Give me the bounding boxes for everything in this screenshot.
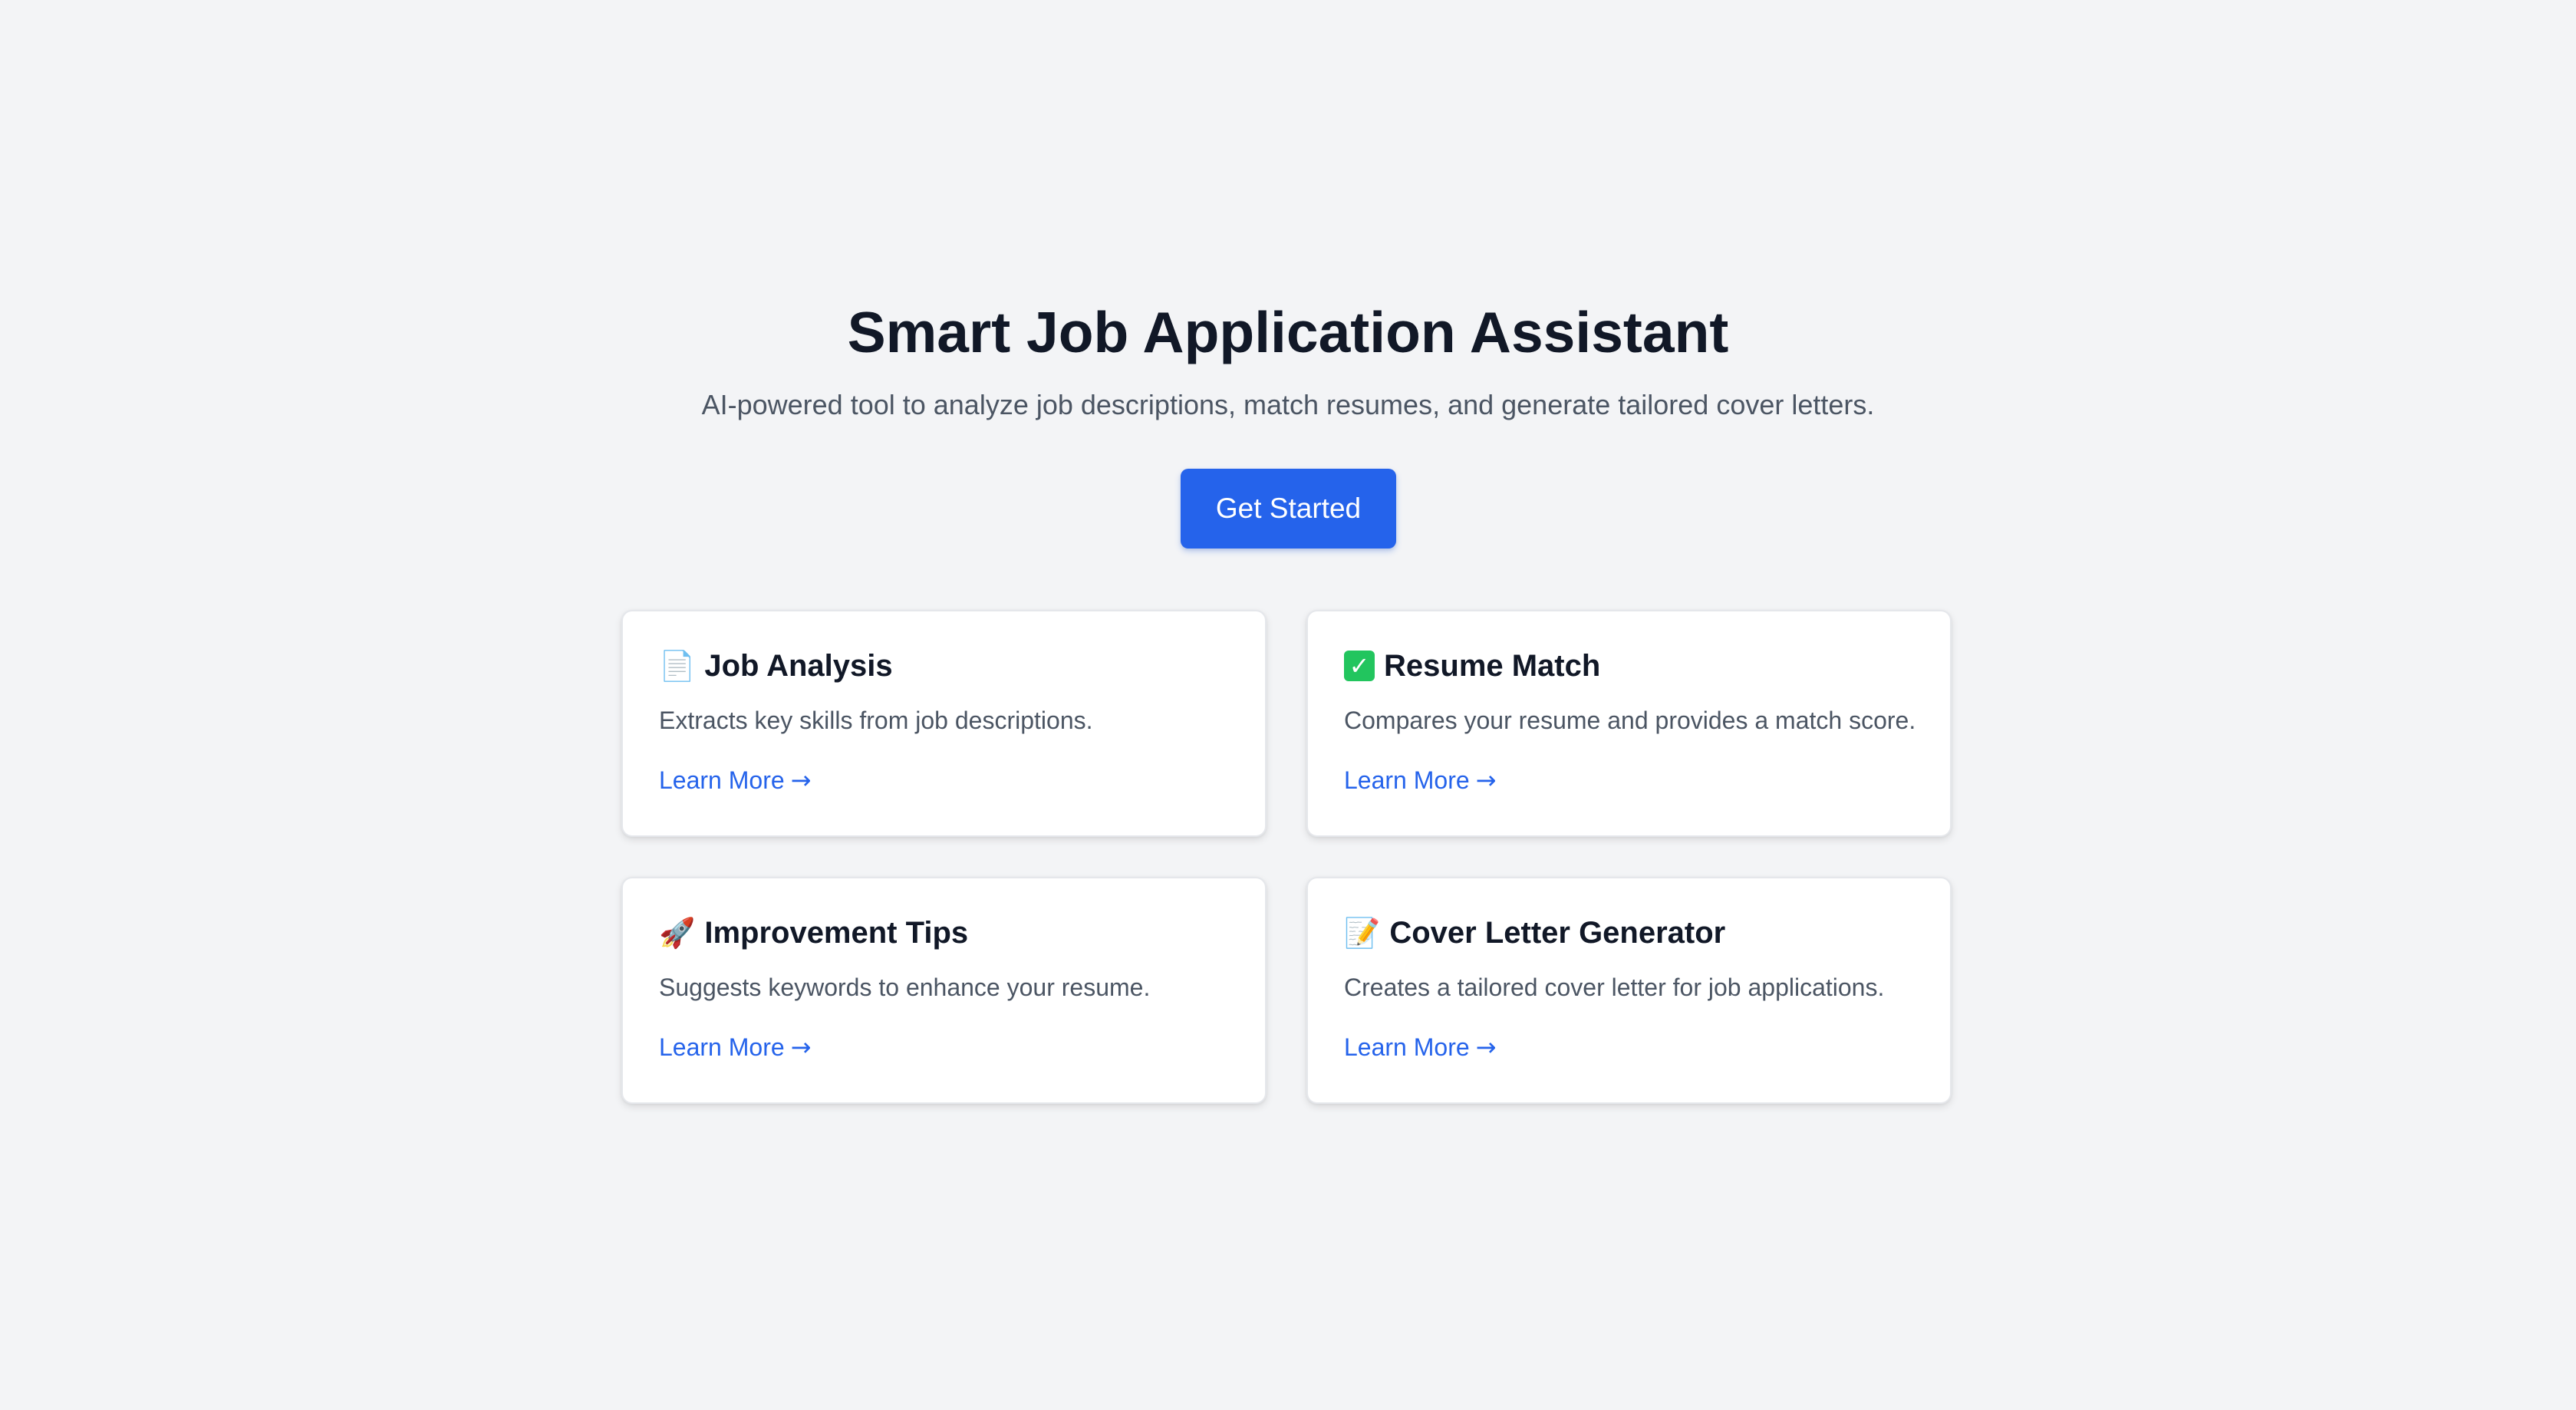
card-title: 📄 Job Analysis [659,647,893,685]
page-title: Smart Job Application Assistant [847,300,1729,364]
card-title: 🚀 Improvement Tips [659,914,968,952]
card-title-text: Job Analysis [704,649,893,683]
card-title: 📝 Cover Letter Generator [1344,914,1725,952]
feature-card-resume-match: ✓ Resume Match Compares your resume and … [1306,610,1952,837]
learn-more-link[interactable]: Learn More → [1344,765,1496,796]
feature-card-job-analysis: 📄 Job Analysis Extracts key skills from … [621,610,1267,837]
arrow-right-icon: → [1475,1033,1497,1062]
feature-card-improvement-tips: 🚀 Improvement Tips Suggests keywords to … [621,877,1267,1104]
arrow-right-icon: → [1475,766,1497,795]
card-title-text: Improvement Tips [704,916,969,950]
arrow-right-icon: → [790,1033,812,1062]
rocket-icon: 🚀 [659,916,696,950]
card-description: Suggests keywords to enhance your resume… [659,973,1151,1001]
hero-section: Smart Job Application Assistant AI-power… [0,298,2576,420]
arrow-right-icon: → [790,766,812,795]
card-title-text: Cover Letter Generator [1389,916,1726,950]
memo-icon: 📝 [1344,916,1381,950]
page-subtitle: AI-powered tool to analyze job descripti… [701,389,1875,420]
card-description: Creates a tailored cover letter for job … [1344,973,1885,1001]
learn-more-link[interactable]: Learn More → [659,765,811,796]
learn-more-label: Learn More [1344,766,1470,794]
learn-more-label: Learn More [1344,1033,1470,1061]
page-icon: 📄 [659,649,696,683]
card-description: Compares your resume and provides a matc… [1344,707,1916,734]
card-title-text: Resume Match [1384,649,1601,683]
learn-more-link[interactable]: Learn More → [1344,1032,1496,1062]
learn-more-label: Learn More [659,766,785,794]
learn-more-label: Learn More [659,1033,785,1061]
check-mark-icon: ✓ [1344,651,1375,681]
learn-more-link[interactable]: Learn More → [659,1032,811,1062]
card-description: Extracts key skills from job description… [659,707,1093,734]
get-started-button[interactable]: Get Started [1181,469,1396,549]
card-title: ✓ Resume Match [1344,647,1600,685]
feature-card-cover-letter-generator: 📝 Cover Letter Generator Creates a tailo… [1306,877,1952,1104]
